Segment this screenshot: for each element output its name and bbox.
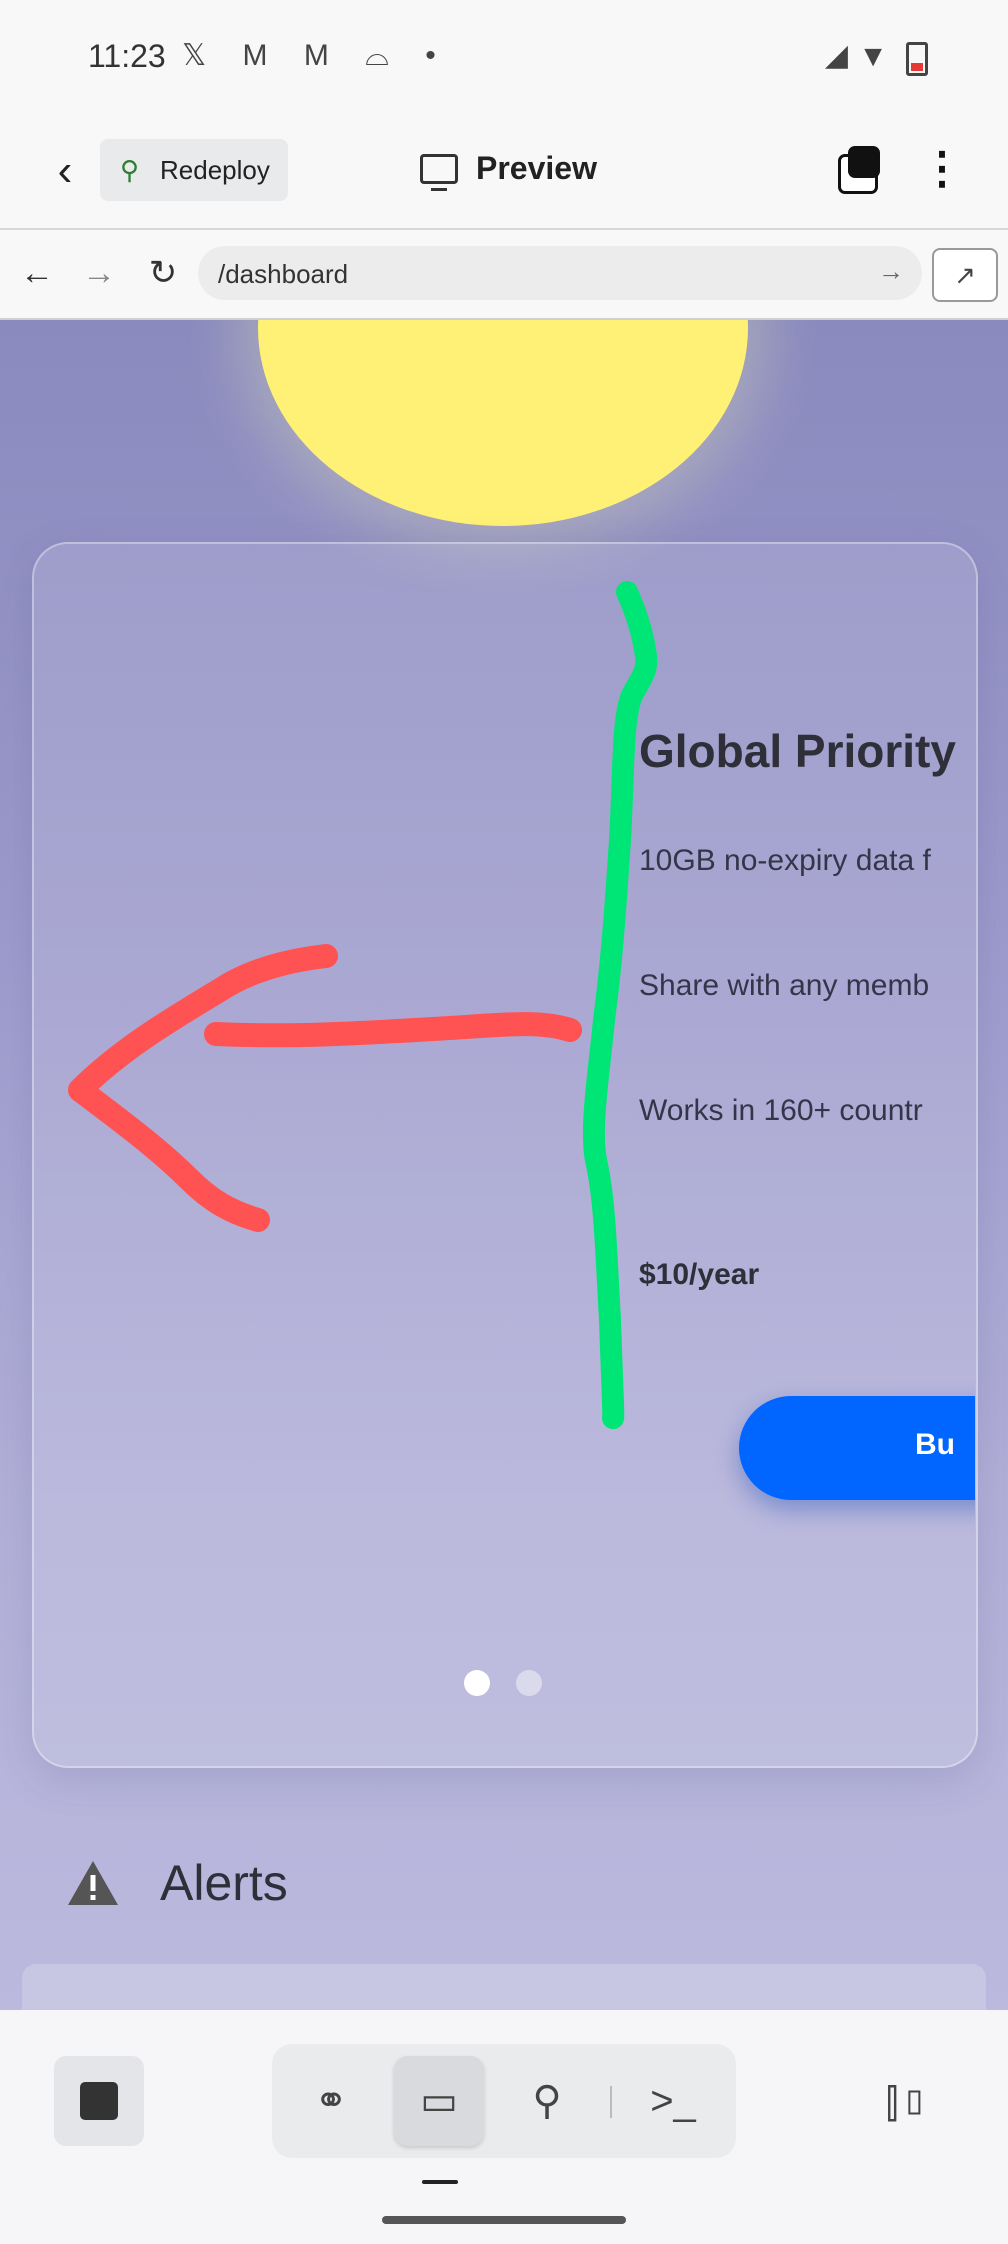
monitor-icon xyxy=(420,153,458,191)
preview-tab[interactable]: Preview xyxy=(420,150,597,191)
notification-icons: 𝕏 M M ⌓ • xyxy=(182,39,450,72)
stop-icon xyxy=(80,2082,118,2120)
green-line-annotation xyxy=(582,581,658,1430)
split-layout-button[interactable]: ⫿▯ xyxy=(878,2076,938,2132)
browser-forward-button[interactable]: → xyxy=(74,248,124,298)
terminal-button[interactable]: >_ xyxy=(628,2056,718,2146)
active-tab-indicator xyxy=(422,2180,458,2184)
divider xyxy=(610,2086,612,2118)
alerts-header: Alerts xyxy=(66,1854,288,1912)
red-arrow-shaft-annotation xyxy=(204,1012,582,1048)
alert-card xyxy=(22,1964,986,2010)
status-bar: 11:23 𝕏 M M ⌓ • ◢ ▼ xyxy=(0,0,1008,116)
status-time: 11:23 xyxy=(88,38,166,74)
browser-bar: ← → ↻ /dashboard → ↗ xyxy=(0,230,1008,320)
signal-icon: ◢ xyxy=(824,39,848,72)
bottom-toolbar: ⚭ ▭ ⚲ >_ ⫿▯ xyxy=(0,2010,1008,2244)
preview-label: Preview xyxy=(476,150,597,186)
back-button[interactable]: ‹ xyxy=(40,146,90,196)
url-text: /dashboard xyxy=(218,259,349,289)
redeploy-button[interactable]: ⚲ Redeploy xyxy=(100,139,288,201)
wifi-icon: ▼ xyxy=(858,40,888,73)
url-field[interactable]: /dashboard → xyxy=(198,246,922,300)
reload-button[interactable]: ↻ xyxy=(138,248,188,298)
preview-view-button[interactable]: ▭ xyxy=(394,2056,484,2146)
battery-icon xyxy=(906,42,928,76)
annotation-layer xyxy=(68,581,658,1430)
home-indicator[interactable] xyxy=(382,2216,626,2224)
graph-view-button[interactable]: ⚭ xyxy=(286,2056,376,2146)
open-external-button[interactable]: ↗ xyxy=(932,248,998,302)
browser-back-button[interactable]: ← xyxy=(12,248,62,298)
alerts-title: Alerts xyxy=(160,1855,288,1911)
warning-icon xyxy=(68,1861,118,1905)
stop-button[interactable] xyxy=(54,2056,144,2146)
view-switcher: ⚭ ▭ ⚲ >_ xyxy=(272,2044,736,2158)
app-bar: ‹ ⚲ Redeploy Preview ⋮ xyxy=(0,116,1008,230)
more-options-button[interactable]: ⋮ xyxy=(920,146,964,196)
deploy-icon: ⚲ xyxy=(120,155,140,185)
go-arrow-icon[interactable]: → xyxy=(878,256,904,287)
page-content: Global Priority 10GB no-expiry data f Sh… xyxy=(0,320,1008,2010)
redeploy-label: Redeploy xyxy=(160,154,270,185)
red-arrow-head-annotation xyxy=(68,944,338,1232)
tabs-button[interactable] xyxy=(838,146,882,194)
deploy-view-button[interactable]: ⚲ xyxy=(502,2056,592,2146)
